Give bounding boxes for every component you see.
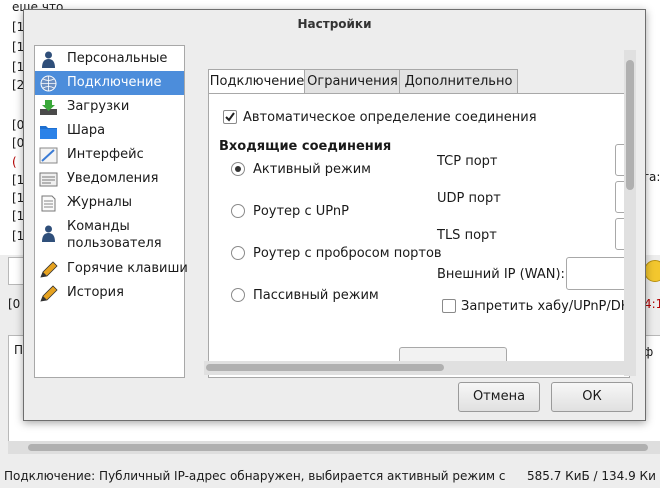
mode-port-forward-label: Роутер с пробросом портов — [253, 246, 442, 261]
nav-item-label-line2: пользователя — [67, 236, 162, 251]
udp-port-label: UDP порт — [437, 191, 501, 206]
nav-item-interface[interactable]: Интерфейс — [35, 143, 184, 167]
notification-icon — [39, 172, 58, 187]
nav-item-hotkeys[interactable]: Горячие клавиши — [35, 257, 188, 281]
nav-item-label: Уведомления — [67, 171, 159, 186]
nav-item-label: История — [67, 285, 124, 300]
nav-item-label: Горячие клавиши — [67, 261, 188, 276]
nav-item-label: Персональные — [67, 51, 168, 66]
incoming-connections-heading: Входящие соединения — [219, 139, 392, 154]
external-ip-label: Внешний IP (WAN): — [437, 267, 565, 282]
status-speed: 585.7 КиБ / 134.9 Ки — [527, 469, 656, 483]
checkmark-icon — [225, 112, 235, 122]
settings-dialog: Настройки Персональные Подключение Загру… — [23, 9, 646, 421]
mode-port-forward-radio[interactable] — [231, 246, 245, 260]
settings-horizontal-scroll-thumb[interactable] — [206, 364, 444, 371]
mode-active-radio[interactable] — [231, 162, 245, 176]
settings-nav-list[interactable]: Персональные Подключение Загрузки Шара И… — [34, 45, 188, 378]
history-pencil-icon — [40, 285, 58, 302]
download-arrow-icon — [40, 100, 57, 115]
partially-hidden-button[interactable] — [399, 347, 507, 362]
network-globe-icon — [40, 75, 57, 92]
bg-horizontal-scroll-thumb[interactable] — [28, 444, 648, 451]
nav-item-label: Журналы — [67, 195, 132, 210]
ok-button[interactable]: ОК — [551, 382, 633, 412]
tab-limits[interactable]: Ограничения — [304, 69, 401, 95]
tls-port-label: TLS порт — [437, 228, 497, 243]
nav-item-user-commands[interactable]: Команды пользователя — [35, 215, 184, 255]
bg-right-fragment-time: 4:1 — [644, 297, 660, 311]
nav-item-label: Шара — [67, 123, 106, 138]
nav-item-personal[interactable]: Персональные — [35, 47, 184, 71]
tab-connection[interactable]: Подключение — [208, 69, 306, 96]
hotkey-pencil-icon — [40, 261, 58, 278]
dialog-title: Настройки — [297, 17, 372, 31]
settings-vertical-scroll-thumb[interactable] — [626, 60, 634, 190]
nav-item-notifications[interactable]: Уведомления — [35, 167, 184, 191]
nav-item-label: Команды — [67, 219, 130, 234]
cancel-button[interactable]: Отмена — [458, 382, 540, 412]
mode-upnp-radio[interactable] — [231, 204, 245, 218]
mode-upnp-label: Роутер с UPnP — [253, 204, 349, 219]
interface-pencil-icon — [39, 147, 58, 164]
nav-item-downloads[interactable]: Загрузки — [35, 95, 184, 119]
bg-list-prefix: П — [14, 343, 24, 357]
status-text: Подключение: Публичный IP-адрес обнаруже… — [4, 469, 506, 483]
connection-tab-page: Автоматическое определение соединения Вх… — [208, 93, 630, 378]
auto-detect-label: Автоматическое определение соединения — [243, 110, 537, 125]
chat-log-line: ( — [12, 155, 17, 169]
nav-item-label: Интерфейс — [67, 147, 144, 162]
tab-advanced[interactable]: Дополнительно — [399, 69, 518, 95]
nav-item-label: Подключение — [67, 75, 162, 90]
tcp-port-label: TCP порт — [437, 154, 498, 169]
nav-item-logs[interactable]: Журналы — [35, 191, 184, 215]
mode-active-label: Активный режим — [253, 162, 371, 177]
nav-item-history[interactable]: История — [35, 281, 184, 305]
user-commands-icon — [42, 225, 55, 242]
nav-item-connection[interactable]: Подключение — [35, 71, 184, 95]
settings-content: Подключение Ограничения Дополнительно Ав… — [194, 45, 634, 378]
nav-item-share[interactable]: Шара — [35, 119, 184, 143]
forbid-override-checkbox[interactable] — [442, 299, 456, 313]
smiley-icon[interactable] — [644, 260, 660, 282]
auto-detect-checkbox[interactable] — [223, 110, 237, 124]
person-icon — [42, 51, 55, 68]
shared-folder-icon — [40, 126, 57, 139]
forbid-override-label: Запретить хабу/UPnP/DHT — [461, 299, 630, 314]
external-ip-input[interactable] — [566, 257, 629, 290]
log-document-icon — [41, 195, 56, 212]
mode-passive-label: Пассивный режим — [253, 288, 379, 303]
nav-item-label: Загрузки — [67, 99, 130, 114]
bg-chat-prefix: [0 — [8, 297, 21, 311]
mode-passive-radio[interactable] — [231, 288, 245, 302]
